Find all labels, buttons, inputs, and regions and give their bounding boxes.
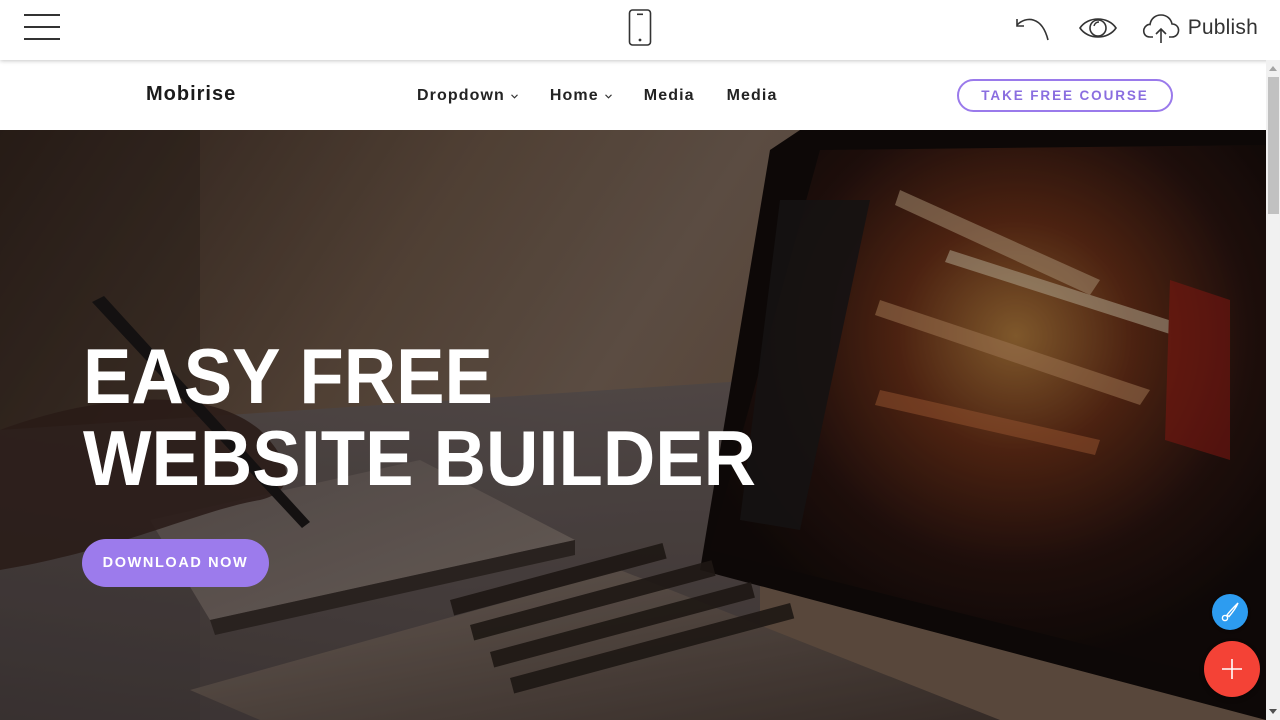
scrollbar-thumb[interactable] [1268, 77, 1279, 214]
hero-title-line-2: WEBSITE BUILDER [83, 414, 757, 502]
nav-item-home[interactable]: Home [550, 85, 612, 105]
download-now-button[interactable]: DOWNLOAD NOW [82, 539, 269, 587]
paintbrush-icon [1221, 602, 1239, 622]
nav-item-media[interactable]: Media [644, 85, 695, 105]
publish-button[interactable]: Publish [1142, 12, 1258, 44]
editor-toolbar: Publish [0, 0, 1280, 60]
hero-title-line-1: EASY FREE [83, 332, 493, 420]
undo-icon[interactable] [1012, 13, 1054, 43]
plus-icon [1222, 659, 1242, 679]
brand-logo-text[interactable]: Mobirise [146, 83, 236, 106]
chevron-down-icon [604, 93, 612, 99]
hamburger-menu-icon[interactable] [24, 13, 60, 41]
nav-item-label: Dropdown [417, 87, 505, 104]
publish-label: Publish [1187, 16, 1258, 39]
scroll-down-arrow-icon[interactable] [1266, 703, 1280, 720]
nav-item-media-2[interactable]: Media [727, 85, 778, 105]
site-preview: Mobirise Dropdown Home Media Media TAKE … [0, 60, 1266, 720]
nav-item-dropdown[interactable]: Dropdown [417, 85, 518, 105]
take-free-course-button[interactable]: TAKE FREE COURSE [957, 79, 1173, 112]
mobile-phone-icon[interactable] [628, 9, 652, 46]
menu-line [24, 26, 60, 28]
nav-menu: Dropdown Home Media Media [417, 60, 777, 130]
nav-item-label: Home [549, 87, 599, 104]
chevron-down-icon [511, 93, 518, 99]
hero-title: EASY FREE WEBSITE BUILDER [83, 335, 756, 499]
page-scrollbar[interactable] [1266, 60, 1280, 720]
site-navbar: Mobirise Dropdown Home Media Media TAKE … [0, 60, 1266, 130]
add-block-button[interactable] [1204, 641, 1260, 697]
style-brush-button[interactable] [1212, 594, 1248, 630]
scroll-up-arrow-icon[interactable] [1266, 60, 1280, 77]
hero-section: EASY FREE WEBSITE BUILDER DOWNLOAD NOW [0, 130, 1266, 720]
menu-line [24, 38, 60, 40]
eye-icon[interactable] [1078, 13, 1118, 43]
nav-item-label: Media [643, 87, 695, 104]
nav-item-label: Media [726, 87, 778, 104]
toolbar-actions: Publish [1012, 0, 1258, 56]
cloud-upload-icon [1142, 12, 1180, 44]
menu-line [24, 14, 60, 16]
